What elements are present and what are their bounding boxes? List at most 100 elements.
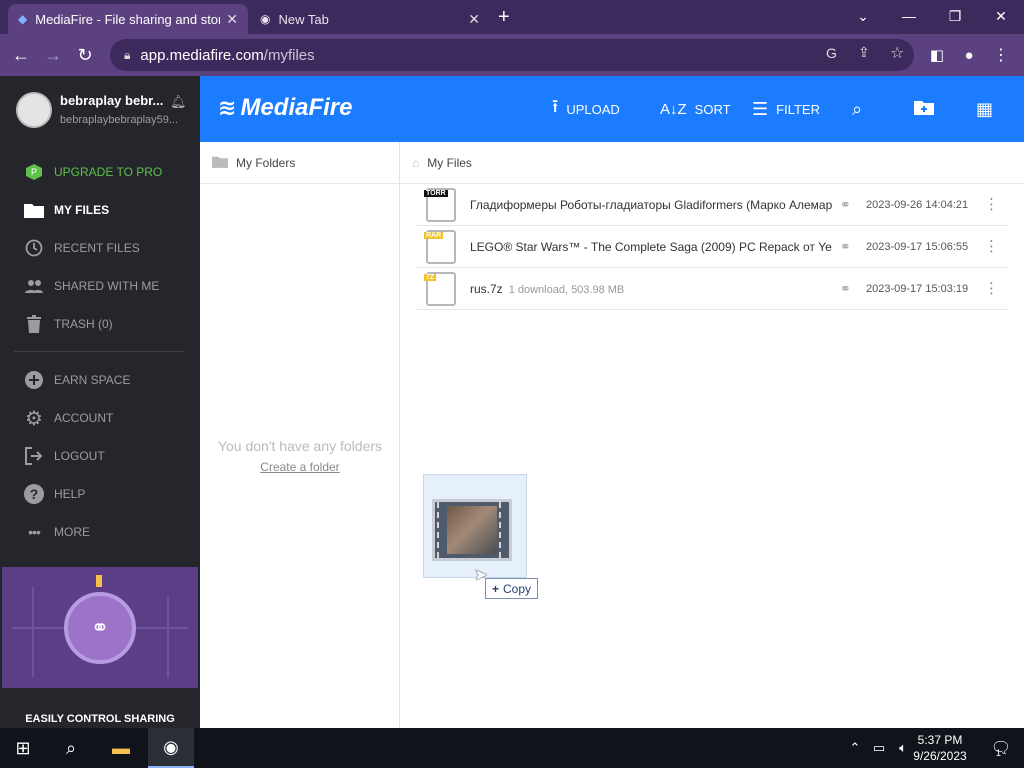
google-icon[interactable]: G <box>826 45 837 61</box>
help-icon: ? <box>24 484 44 504</box>
tab-search-chevron-icon[interactable]: ⌄ <box>840 0 886 32</box>
link-icon[interactable]: ⚭ <box>840 239 851 255</box>
app-header: ≋ MediaFire ⭱ UPLOAD A↓Z SORT ☰ FILTER ⌕… <box>200 76 1024 142</box>
mediafire-logo[interactable]: ≋ MediaFire <box>218 94 352 122</box>
table-row[interactable]: RAR LEGO® Star Wars™ - The Complete Saga… <box>416 226 1008 268</box>
copy-drop-tooltip: + Copy <box>485 578 539 599</box>
file-name[interactable]: LEGO® Star Wars™ - The Complete Saga (20… <box>470 240 832 254</box>
link-icon[interactable]: ⚭ <box>840 197 851 213</box>
gear-icon: ⚙ <box>25 407 43 430</box>
clock-date: 9/26/2023 <box>913 749 967 763</box>
sidebar-item-account[interactable]: ⚙ ACCOUNT <box>0 399 200 437</box>
search-icon[interactable]: ⌕ <box>48 728 94 768</box>
windows-start-icon[interactable]: ⊞ <box>0 728 46 768</box>
file-name[interactable]: Гладиформеры Роботы-гладиаторы Gladiform… <box>470 198 832 212</box>
table-row[interactable]: 7Z rus.7z 1 download, 503.98 MB ⚭ 2023-09… <box>416 268 1008 310</box>
sidebar-item-trash[interactable]: TRASH (0) <box>0 305 200 343</box>
file-meta: 1 download, 503.98 MB <box>508 284 625 296</box>
search-button[interactable]: ⌕ <box>852 94 870 124</box>
notification-count: 1 <box>996 748 1002 758</box>
pro-badge-icon: P <box>24 162 44 182</box>
sort-button[interactable]: A↓Z SORT <box>660 94 731 124</box>
more-options-icon[interactable]: ⋮ <box>984 279 999 297</box>
folders-header: My Folders <box>200 142 400 184</box>
new-folder-button[interactable] <box>914 94 942 124</box>
sidebar-item-more[interactable]: ••• MORE <box>0 513 200 551</box>
bookmark-star-icon[interactable]: ☆ <box>890 43 904 63</box>
taskbar-clock[interactable]: 5:37 PM 9/26/2023 <box>900 732 980 764</box>
file-name[interactable]: rus.7z 1 download, 503.98 MB <box>470 282 832 296</box>
folder-icon <box>212 155 228 171</box>
sidebar-item-help[interactable]: ? HELP <box>0 475 200 513</box>
url-bar[interactable]: 🔒︎ app.mediafire.com/myfiles G ⇪ ☆ <box>110 39 914 71</box>
close-tab-icon[interactable]: ✕ <box>226 11 238 28</box>
sidebar-item-logout[interactable]: LOGOUT <box>0 437 200 475</box>
file-name-text: rus.7z <box>470 282 503 296</box>
sort-label: SORT <box>694 101 731 117</box>
filter-label: FILTER <box>776 101 820 117</box>
breadcrumb: ⌂ My Files <box>400 142 1024 184</box>
files-pane: ⌂ My Files TORR Гладиформеры Роботы-глад… <box>400 142 1024 728</box>
new-folder-icon <box>914 99 934 120</box>
breadcrumb-current[interactable]: My Files <box>427 156 472 170</box>
sidebar-item-label: RECENT FILES <box>54 241 140 255</box>
bell-icon[interactable]: 🔔︎ <box>170 94 187 110</box>
plus-circle-icon <box>24 370 44 390</box>
upgrade-to-pro-link[interactable]: P UPGRADE TO PRO <box>0 153 200 191</box>
close-tab-icon[interactable]: ✕ <box>468 11 480 28</box>
tab-mediafire[interactable]: ◆ MediaFire - File sharing and stora ✕ <box>8 4 248 34</box>
sidebar-item-recent-files[interactable]: RECENT FILES <box>0 229 200 267</box>
close-window-button[interactable]: ✕ <box>978 0 1024 32</box>
user-name[interactable]: bebraplay bebr... <box>60 93 170 108</box>
more-options-icon[interactable]: ⋮ <box>984 237 999 255</box>
file-type-badge: 7Z <box>424 274 437 281</box>
folders-title: My Folders <box>236 155 296 170</box>
browser-tab-bar: ◆ MediaFire - File sharing and stora ✕ ◉… <box>0 0 1024 34</box>
create-folder-link[interactable]: Create a folder <box>200 460 400 474</box>
promo-banner[interactable]: ⚭ <box>2 567 198 688</box>
upgrade-label: UPGRADE TO PRO <box>54 165 163 179</box>
sidepanel-icon[interactable]: ◧ <box>924 42 950 68</box>
folders-pane: My Folders You don't have any folders Cr… <box>200 142 400 728</box>
sidebar-item-my-files[interactable]: MY FILES <box>0 191 200 229</box>
sidebar-item-label: LOGOUT <box>54 449 105 463</box>
search-icon: ⌕ <box>852 98 863 119</box>
chrome-taskbar-icon[interactable]: ◉ <box>148 728 194 768</box>
sidebar-divider <box>14 351 184 352</box>
filter-button[interactable]: ☰ FILTER <box>752 94 820 124</box>
avatar[interactable] <box>16 92 52 128</box>
link-icon[interactable]: ⚭ <box>840 281 851 297</box>
upload-button[interactable]: ⭱ UPLOAD <box>552 94 620 124</box>
forward-button[interactable]: → <box>40 42 66 68</box>
more-options-icon[interactable]: ⋮ <box>984 195 999 213</box>
grid-view-button[interactable]: ▦ <box>976 94 1001 124</box>
flame-logo-icon: ≋ <box>218 95 237 120</box>
profile-icon[interactable]: ● <box>956 42 982 68</box>
table-row[interactable]: TORR Гладиформеры Роботы-гладиаторы Glad… <box>416 184 1008 226</box>
upload-icon: ⭱ <box>552 96 559 116</box>
film-perforation <box>499 502 505 558</box>
sidebar-item-label: TRASH (0) <box>54 317 113 331</box>
new-tab-button[interactable]: + <box>498 6 510 29</box>
film-perforation <box>437 502 443 558</box>
file-date: 2023-09-17 15:06:55 <box>866 241 969 253</box>
plus-icon: + <box>492 581 500 596</box>
home-icon[interactable]: ⌂ <box>412 156 419 170</box>
address-toolbar: ← → ↻ 🔒︎ app.mediafire.com/myfiles G ⇪ ☆… <box>0 34 1024 76</box>
tab-new-tab[interactable]: ◉ New Tab ✕ <box>250 4 490 34</box>
filter-icon: ☰ <box>752 98 769 119</box>
clock-time: 5:37 PM <box>917 733 963 747</box>
back-button[interactable]: ← <box>8 42 34 68</box>
sidebar-item-earn-space[interactable]: EARN SPACE <box>0 361 200 399</box>
sidebar-item-label: ACCOUNT <box>54 411 114 425</box>
sidebar-item-label: EARN SPACE <box>54 373 131 387</box>
file-explorer-icon[interactable]: ▬ <box>98 728 144 768</box>
chrome-menu-icon[interactable]: ⋮ <box>988 42 1014 68</box>
sidebar-item-shared-with-me[interactable]: SHARED WITH ME <box>0 267 200 305</box>
share-icon[interactable]: ⇪ <box>858 44 870 61</box>
grid-icon: ▦ <box>976 98 994 119</box>
restore-button[interactable]: ❐ <box>932 0 978 32</box>
upload-label: UPLOAD <box>566 101 620 117</box>
minimize-button[interactable]: — <box>886 0 932 32</box>
reload-button[interactable]: ↻ <box>72 42 98 68</box>
